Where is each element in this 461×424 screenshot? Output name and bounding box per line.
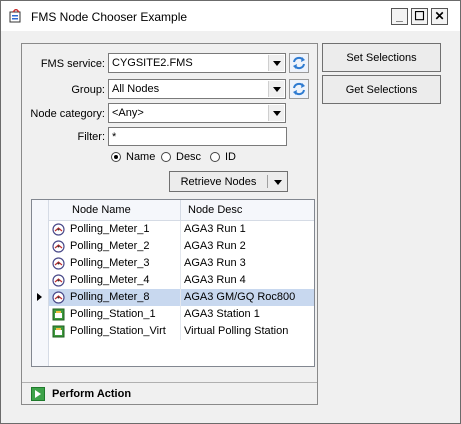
- chevron-down-icon[interactable]: [268, 105, 284, 121]
- node-name-cell: Polling_Meter_4: [70, 274, 150, 286]
- cell-divider: [180, 255, 181, 272]
- radio-dot[interactable]: [210, 152, 220, 162]
- set-selections-button[interactable]: Set Selections: [322, 43, 441, 72]
- table-row[interactable]: Polling_Station_1 AGA3 Station 1: [49, 306, 314, 323]
- split-divider: [267, 175, 268, 188]
- split-chevron-down-icon[interactable]: [274, 180, 282, 185]
- refresh-service-button[interactable]: [289, 53, 309, 73]
- node-desc-cell: Virtual Polling Station: [184, 325, 289, 337]
- cell-divider: [180, 272, 181, 289]
- table-row[interactable]: Polling_Meter_3 AGA3 Run 3: [49, 255, 314, 272]
- meter-icon: [52, 257, 65, 270]
- table-row[interactable]: Polling_Meter_4 AGA3 Run 4: [49, 272, 314, 289]
- close-icon: ✕: [434, 9, 445, 23]
- table-row[interactable]: Polling_Station_Virt Virtual Polling Stat…: [49, 323, 314, 340]
- radio-desc-label: Desc: [176, 151, 202, 163]
- header-divider: [48, 200, 49, 220]
- play-icon: [31, 387, 45, 401]
- cell-divider: [180, 323, 181, 340]
- meter-icon: [52, 223, 65, 236]
- node-desc-cell: AGA3 Run 3: [184, 257, 246, 269]
- main-window: FMS Node Chooser Example _ ☐ ✕ FMS servi…: [0, 0, 461, 424]
- fms-service-label: FMS service:: [40, 58, 105, 70]
- refresh-icon: [293, 56, 305, 70]
- refresh-group-button[interactable]: [289, 79, 309, 99]
- maximize-button[interactable]: ☐: [411, 8, 428, 25]
- group-label: Group:: [71, 84, 105, 96]
- station-icon: [52, 308, 65, 321]
- window-title: FMS Node Chooser Example: [31, 10, 188, 24]
- node-grid[interactable]: Node Name Node Desc Polling_Meter_1 AGA3 …: [31, 199, 315, 367]
- title-bar[interactable]: FMS Node Chooser Example _ ☐ ✕: [1, 1, 460, 31]
- group-value: All Nodes: [112, 83, 160, 95]
- node-category-label: Node category:: [30, 108, 105, 120]
- perform-action-bar[interactable]: Perform Action: [22, 382, 317, 405]
- header-node-desc[interactable]: Node Desc: [188, 204, 242, 216]
- cell-divider: [180, 238, 181, 255]
- radio-dot-checked[interactable]: [111, 152, 121, 162]
- node-name-cell: Polling_Meter_1: [70, 223, 150, 235]
- meter-icon: [52, 291, 65, 304]
- radio-desc[interactable]: Desc: [161, 151, 206, 165]
- node-category-dropdown[interactable]: <Any>: [108, 103, 286, 123]
- node-name-cell: Polling_Station_1: [70, 308, 156, 320]
- refresh-icon: [293, 82, 305, 96]
- maximize-icon: ☐: [414, 9, 425, 23]
- header-divider: [180, 200, 181, 220]
- group-dropdown[interactable]: All Nodes: [108, 79, 286, 99]
- get-selections-button[interactable]: Get Selections: [322, 75, 441, 104]
- node-category-value: <Any>: [112, 107, 144, 119]
- radio-id-label: ID: [225, 151, 236, 163]
- retrieve-nodes-label: Retrieve Nodes: [180, 176, 257, 188]
- set-selections-label: Set Selections: [346, 52, 417, 64]
- filter-input[interactable]: [109, 128, 286, 145]
- radio-id[interactable]: ID: [210, 151, 245, 165]
- meter-icon: [52, 274, 65, 287]
- node-desc-cell: AGA3 Run 1: [184, 223, 246, 235]
- table-row[interactable]: Polling_Meter_8 AGA3 GM/GQ Roc800: [49, 289, 314, 306]
- fms-service-dropdown[interactable]: CYGSITE2.FMS: [108, 53, 286, 73]
- meter-icon: [52, 240, 65, 253]
- node-name-cell: Polling_Meter_3: [70, 257, 150, 269]
- close-button[interactable]: ✕: [431, 8, 448, 25]
- cell-divider: [180, 306, 181, 323]
- node-desc-cell: AGA3 GM/GQ Roc800: [184, 291, 296, 303]
- minimize-icon: _: [396, 9, 403, 23]
- app-icon: [9, 9, 21, 23]
- current-row-marker-icon: [37, 293, 42, 301]
- node-name-cell: Polling_Station_Virt: [70, 325, 166, 337]
- chevron-down-icon[interactable]: [268, 81, 284, 97]
- cell-divider: [180, 221, 181, 238]
- table-row[interactable]: Polling_Meter_1 AGA3 Run 1: [49, 221, 314, 238]
- fms-service-value: CYGSITE2.FMS: [112, 57, 193, 69]
- cell-divider: [180, 289, 181, 306]
- node-name-cell: Polling_Meter_8: [70, 291, 150, 303]
- retrieve-nodes-button[interactable]: Retrieve Nodes: [169, 171, 288, 192]
- radio-dot[interactable]: [161, 152, 171, 162]
- radio-name-label: Name: [126, 151, 156, 163]
- filter-label: Filter:: [77, 131, 106, 143]
- chevron-down-icon[interactable]: [268, 55, 284, 71]
- node-desc-cell: AGA3 Run 2: [184, 240, 246, 252]
- header-node-name[interactable]: Node Name: [72, 204, 131, 216]
- node-desc-cell: AGA3 Station 1: [184, 308, 260, 320]
- radio-name[interactable]: Name: [111, 151, 156, 165]
- minimize-button[interactable]: _: [391, 8, 408, 25]
- perform-action-label: Perform Action: [52, 388, 132, 400]
- get-selections-label: Get Selections: [345, 84, 418, 96]
- node-desc-cell: AGA3 Run 4: [184, 274, 246, 286]
- table-row[interactable]: Polling_Meter_2 AGA3 Run 2: [49, 238, 314, 255]
- grid-header: Node Name Node Desc: [32, 200, 314, 221]
- station-icon: [52, 325, 65, 338]
- filter-field[interactable]: [108, 127, 287, 146]
- node-name-cell: Polling_Meter_2: [70, 240, 150, 252]
